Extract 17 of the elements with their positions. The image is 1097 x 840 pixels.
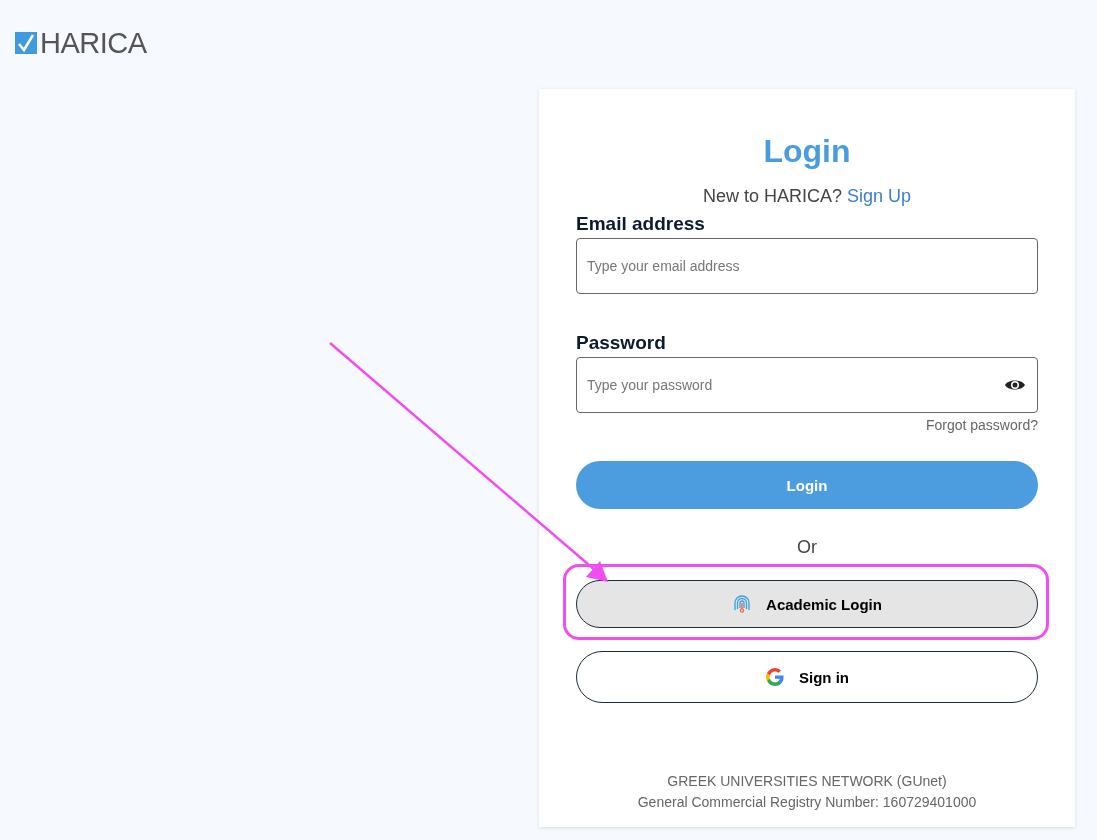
logo-text: HARICA: [40, 30, 147, 56]
academic-login-button[interactable]: Academic Login: [576, 580, 1038, 628]
google-icon: [765, 667, 785, 687]
password-field[interactable]: Type your password: [576, 357, 1038, 413]
sign-up-link[interactable]: Sign Up: [847, 186, 912, 206]
footer-text: General Commercial Registry Number: 160729401000: [637, 794, 977, 811]
field-label: Email address: [576, 213, 706, 235]
or-divider-text: Or: [797, 537, 817, 557]
checkbox-logo-icon: [15, 32, 37, 54]
email-field[interactable]: Type your email address: [576, 238, 1038, 294]
fingerprint-icon: [732, 594, 753, 614]
footer-text: GREEK UNIVERSITIES NETWORK (GUnet): [667, 773, 947, 790]
forgot-password-link[interactable]: Forgot password?: [925, 417, 1038, 433]
signup-prompt: New to HARICA?: [702, 186, 842, 206]
google-sign-in-button[interactable]: Sign in: [576, 651, 1038, 703]
field-label: Password: [576, 332, 667, 354]
login-title: Login: [763, 133, 851, 169]
